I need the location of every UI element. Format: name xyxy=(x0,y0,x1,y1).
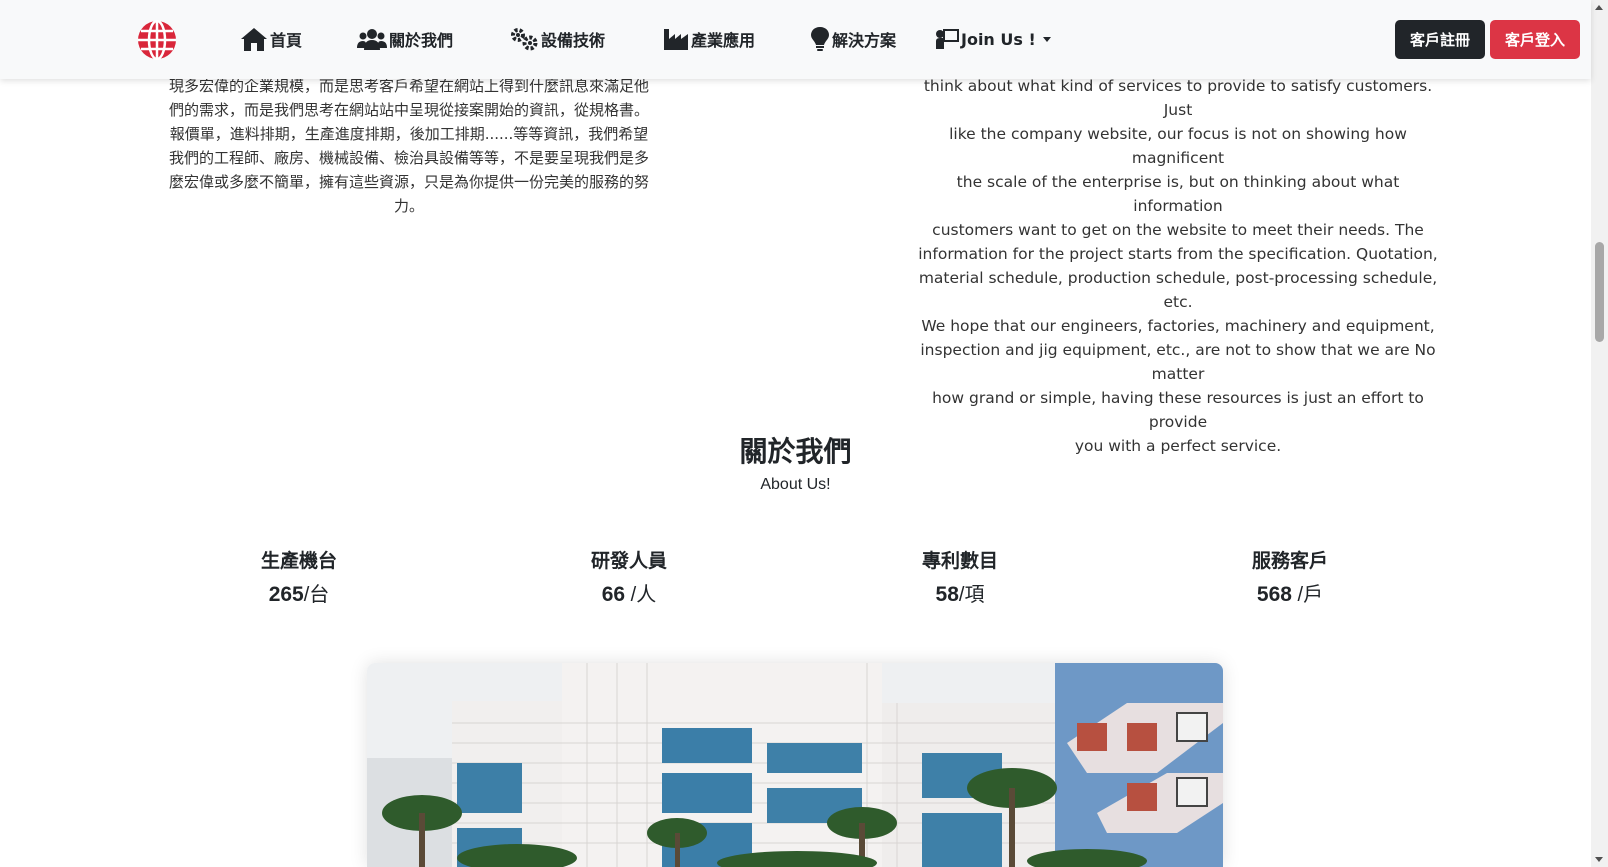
stat-label: 服務客戶 xyxy=(1251,550,1328,572)
stat-machines: 生產機台 265/台 xyxy=(199,546,399,607)
stat-value: 58/項 xyxy=(860,578,1060,607)
stat-number: 568 xyxy=(1256,583,1292,606)
intro-line: inspection and jig equipment, etc., are … xyxy=(920,341,1436,383)
intro-line: information for the project starts from … xyxy=(918,245,1438,263)
users-icon xyxy=(357,29,387,50)
stat-researchers: 研發人員 66 /人 xyxy=(529,546,729,607)
intro-line: We hope that our engineers, factories, m… xyxy=(921,317,1435,335)
nav-item-join-us-dropdown[interactable]: Join Us ! xyxy=(935,25,1051,53)
nav-item-industry[interactable]: 產業應用 xyxy=(663,25,755,53)
nav-item-label: Join Us ! xyxy=(961,29,1036,49)
intro-line: 麼宏偉或多麼不簡單，擁有這些資源，只是為你提供一份完美的服務的努 xyxy=(168,173,649,191)
scroll-down-icon[interactable] xyxy=(1595,857,1603,862)
stat-value: 568 /戶 xyxy=(1190,578,1390,607)
stat-unit: /人 xyxy=(625,584,657,606)
stat-value: 265/台 xyxy=(199,578,399,607)
stat-number: 66 xyxy=(601,583,626,606)
scroll-up-icon[interactable] xyxy=(1595,5,1603,10)
nav-item-solutions[interactable]: 解決方案 xyxy=(810,25,896,53)
register-button[interactable]: 客戶註冊 xyxy=(1395,20,1485,59)
stat-patents: 專利數目 58/項 xyxy=(860,546,1060,607)
building-illustration xyxy=(367,663,1223,867)
vertical-scrollbar[interactable] xyxy=(1591,0,1608,867)
intro-line: 我們的工程師、廠房、機械設備、檢治具設備等等，不是要呈現我們是多 xyxy=(168,149,649,167)
stat-number: 58 xyxy=(935,583,959,606)
nav-item-home[interactable]: 首頁 xyxy=(240,25,302,53)
nav-item-label: 產業應用 xyxy=(691,31,756,50)
stat-value: 66 /人 xyxy=(529,578,729,607)
scrollbar-thumb[interactable] xyxy=(1595,242,1604,342)
nav-item-label: 解決方案 xyxy=(832,31,897,50)
nav-item-label: 設備技術 xyxy=(541,31,606,50)
gears-icon xyxy=(511,28,538,51)
intro-text-en: think about what kind of services to pro… xyxy=(918,74,1438,458)
intro-line: 力。 xyxy=(393,197,424,215)
login-button[interactable]: 客戶登入 xyxy=(1490,20,1580,59)
intro-line: how grand or simple, having these resour… xyxy=(932,389,1424,431)
stat-unit: /戶 xyxy=(1291,584,1324,606)
stat-clients: 服務客戶 568 /戶 xyxy=(1190,546,1390,607)
chevron-down-icon xyxy=(1042,36,1051,42)
stat-label: 生產機台 xyxy=(260,550,337,572)
intro-line: the scale of the enterprise is, but on t… xyxy=(956,173,1400,215)
nav-item-label: 關於我們 xyxy=(389,31,454,50)
stat-label: 研發人員 xyxy=(590,550,667,572)
intro-line: material schedule, production schedule, … xyxy=(918,269,1438,311)
intro-line: think about what kind of services to pro… xyxy=(923,77,1433,119)
stat-label: 專利數目 xyxy=(921,550,998,572)
globe-icon[interactable] xyxy=(137,20,177,60)
stat-unit: /台 xyxy=(303,584,330,606)
lightbulb-icon xyxy=(811,27,829,51)
section-subtitle: About Us! xyxy=(760,476,831,493)
intro-line: like the company website, our focus is n… xyxy=(949,125,1407,167)
stat-number: 265 xyxy=(268,583,304,606)
intro-line: 報價單，進料排期，生產進度排期，後加工排期......等等資訊，我們希望 xyxy=(169,125,649,143)
intro-text-zh: 現多宏偉的企業規模，而是思考客戶希望在網站上得到什麼訊息來滿足他 們的需求，而是… xyxy=(150,74,668,218)
nav-item-label: 首頁 xyxy=(270,31,303,50)
nav-item-about[interactable]: 關於我們 xyxy=(357,25,453,53)
navbar: 首頁 關於我們 設備技術 產業應用 解決方案 Join Us ! 客戶註冊 客戶… xyxy=(0,0,1591,79)
home-icon xyxy=(241,28,267,51)
intro-line: customers want to get on the website to … xyxy=(932,221,1424,239)
industry-icon xyxy=(664,29,688,50)
intro-line: 們的需求，而是我們思考在網站站中呈現從接案開始的資訊，從規格書。 xyxy=(168,101,649,119)
factory-building-image xyxy=(367,663,1223,867)
nav-item-equipment[interactable]: 設備技術 xyxy=(509,25,605,53)
section-title: 關於我們 xyxy=(739,435,852,468)
stat-unit: /項 xyxy=(958,584,985,606)
person-chalkboard-icon xyxy=(936,29,959,49)
